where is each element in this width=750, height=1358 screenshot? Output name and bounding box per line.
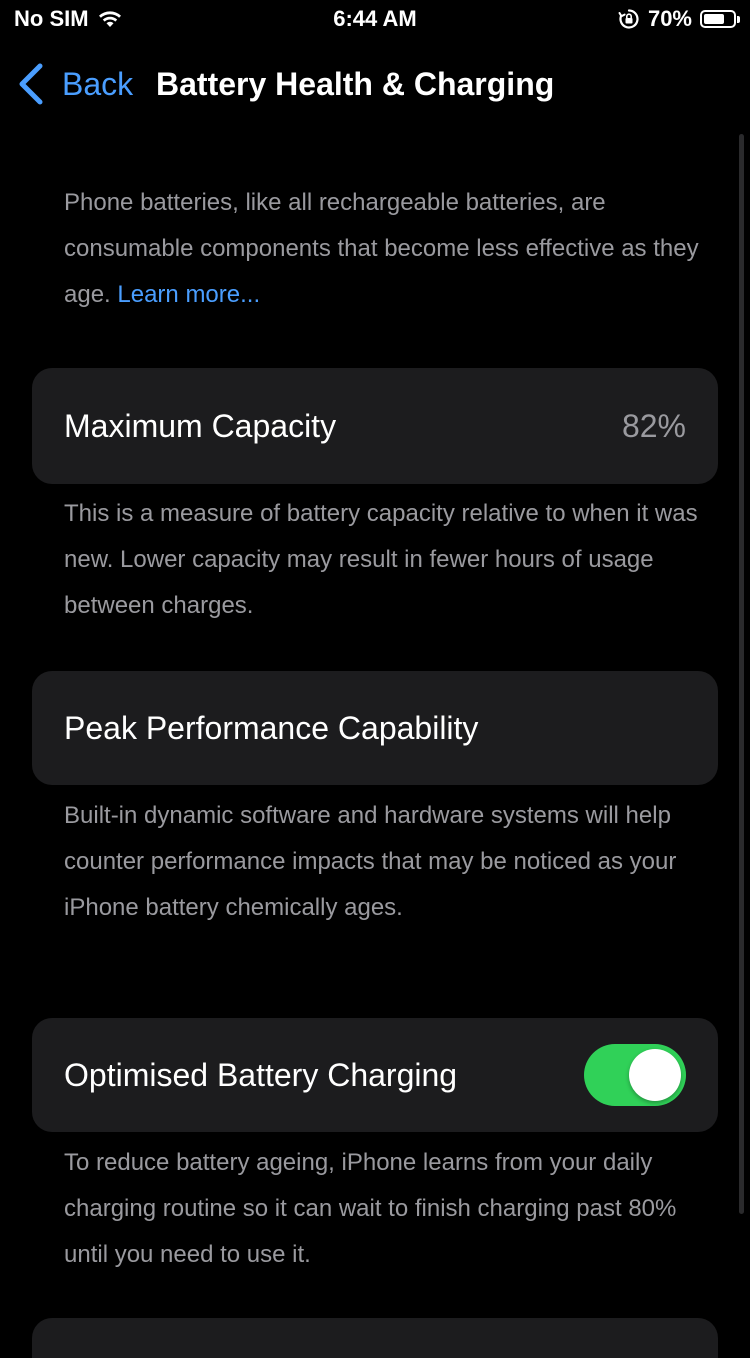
maximum-capacity-value: 82% — [621, 407, 686, 444]
optimised-charging-label: Optimised Battery Charging — [64, 1056, 458, 1093]
optimised-charging-toggle[interactable] — [584, 1044, 686, 1106]
status-right: 70% — [618, 6, 740, 32]
next-section-card — [32, 1318, 718, 1358]
battery-nub — [737, 16, 740, 23]
peak-performance-footnote: Built-in dynamic software and hardware s… — [64, 802, 677, 921]
back-label: Back — [62, 65, 134, 102]
chevron-left-icon — [19, 63, 43, 105]
scroll-indicator[interactable] — [739, 134, 744, 1214]
maximum-capacity-row: Maximum Capacity 82% — [32, 368, 718, 484]
intro-text: Phone batteries, like all rechargeable b… — [64, 180, 700, 318]
maximum-capacity-label: Maximum Capacity — [64, 407, 337, 444]
toggle-knob — [629, 1049, 681, 1101]
battery-icon — [700, 10, 740, 28]
status-bar: No SIM 6:44 AM 70% — [0, 0, 750, 40]
optimised-charging-row: Optimised Battery Charging — [32, 1018, 718, 1132]
maximum-capacity-footnote: This is a measure of battery capacity re… — [64, 500, 698, 619]
battery-percent: 70% — [647, 6, 692, 31]
back-button[interactable]: Back — [16, 62, 133, 106]
peak-performance-label: Peak Performance Capability — [64, 709, 479, 746]
optimised-charging-footnote: To reduce battery ageing, iPhone learns … — [64, 1149, 677, 1268]
navigation-bar: Back Battery Health & Charging — [0, 56, 750, 116]
orientation-lock-icon — [618, 9, 639, 29]
learn-more-link[interactable]: Learn more... — [117, 281, 260, 308]
page-title: Battery Health & Charging — [156, 66, 555, 102]
peak-performance-row: Peak Performance Capability — [32, 671, 718, 785]
battery-level-fill — [704, 14, 724, 24]
